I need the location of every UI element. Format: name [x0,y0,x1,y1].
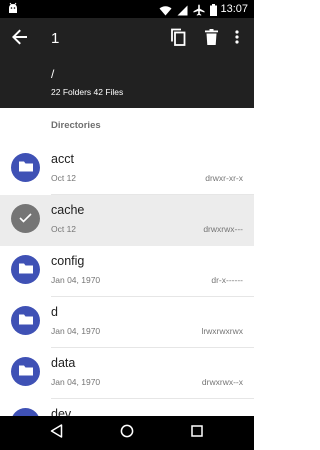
list-item[interactable]: dev [0,399,254,416]
item-date: Jan 04, 1970 [51,275,101,285]
status-bar: 13:07 [0,0,254,18]
item-name: dev [51,407,72,416]
back-triangle-icon [50,423,63,443]
item-name: config [51,254,85,268]
home-circle-icon [120,424,134,443]
folder-icon [18,159,33,177]
item-permissions: lrwxrwxrwx [201,326,243,336]
folder-file-summary: 22 Folders 42 Files [51,87,124,97]
folder-icon [18,312,33,330]
nav-home-button[interactable] [118,424,136,442]
nav-back-button[interactable] [47,423,65,443]
list-item[interactable]: acct Oct 12 drwxr-xr-x [0,144,254,195]
navigation-bar [0,416,254,450]
current-path: / [51,67,55,81]
check-icon [19,210,32,228]
item-permissions: drwxrwx--x [201,377,243,387]
item-date: Oct 12 [51,173,77,183]
folder-icon-badge[interactable] [11,408,40,416]
folder-icon-badge[interactable] [11,306,40,335]
app-bar: 1 / 22 Folders 42 Files [0,18,254,108]
copy-button[interactable] [166,27,190,51]
item-name: cache [51,203,85,217]
clock: 13:07 [220,3,248,15]
trash-icon [204,28,218,50]
copy-icon [170,28,186,51]
item-name: d [51,305,58,319]
item-name: acct [51,152,74,166]
folder-icon-badge[interactable] [11,357,40,386]
item-name: data [51,356,76,370]
item-permissions: drwxr-xr-x [205,173,243,183]
more-vert-icon [235,29,239,49]
list-item[interactable]: data Jan 04, 1970 drwxrwx--x [0,348,254,399]
item-date: Jan 04, 1970 [51,326,101,336]
selection-count: 1 [51,30,60,47]
folder-icon [18,261,33,279]
file-list[interactable]: Directories acct Oct 12 drwxr-xr-x cache… [0,108,254,416]
folder-icon [18,363,33,381]
list-item-selected[interactable]: cache Oct 12 drwxrwx--- [0,195,254,246]
selected-check-badge[interactable] [11,204,40,233]
more-options-button[interactable] [229,27,245,51]
nav-recents-button[interactable] [188,424,206,442]
recents-square-icon [191,424,203,442]
item-date: Jan 04, 1970 [51,377,101,387]
item-date: Oct 12 [51,224,77,234]
delete-button[interactable] [199,27,223,51]
section-header-directories: Directories [51,120,101,131]
back-button[interactable] [8,27,32,51]
list-item[interactable]: config Jan 04, 1970 dr-x------ [0,246,254,297]
folder-icon-badge[interactable] [11,153,40,182]
arrow-back-icon [12,29,28,50]
android-notification-icon [7,2,19,15]
list-item[interactable]: d Jan 04, 1970 lrwxrwxrwx [0,297,254,348]
item-permissions: drwxrwx--- [203,224,243,234]
item-permissions: dr-x------ [211,275,243,285]
folder-icon-badge[interactable] [11,255,40,284]
